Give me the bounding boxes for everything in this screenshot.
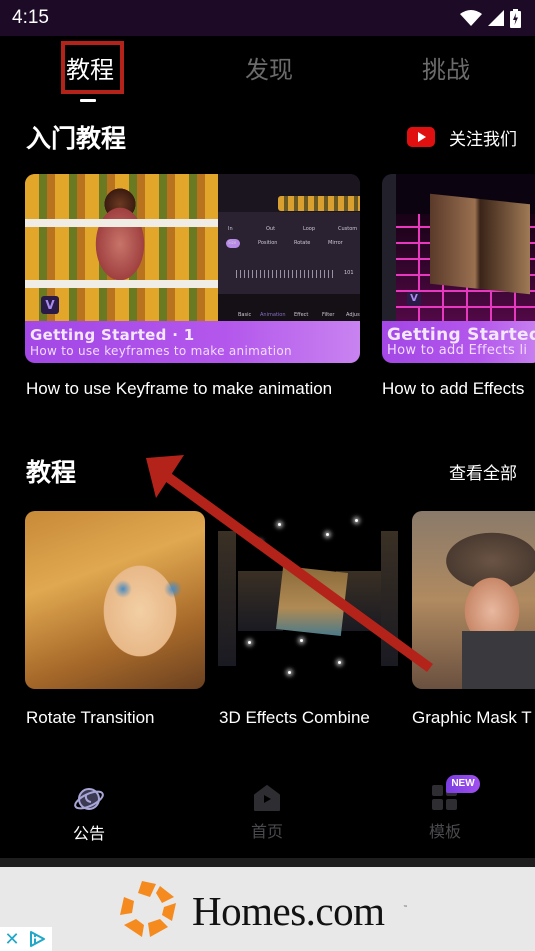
banner-title: Getting Started · 1 <box>30 326 195 344</box>
getting-started-card-1[interactable]: In Out Loop Custom Size Position Rotate … <box>25 174 360 363</box>
planet-icon <box>74 788 104 810</box>
tile-caption[interactable]: Graphic Mask T <box>412 708 532 728</box>
youtube-icon <box>407 127 435 147</box>
sparkle <box>300 639 303 642</box>
ad-brand-text: Homes.com <box>192 888 385 934</box>
view-all-button[interactable]: 查看全部 <box>449 459 517 484</box>
ad-controls: ✕ <box>0 927 52 951</box>
preview-tool-animation: Animation <box>260 312 286 318</box>
status-icons <box>460 8 521 28</box>
cell-signal-icon <box>488 10 504 26</box>
tile-panel <box>381 531 398 666</box>
preview-tool-filter: Filter <box>322 312 335 318</box>
tab-challenge[interactable]: 挑战 <box>422 50 470 85</box>
tile-caption[interactable]: 3D Effects Combine <box>219 708 370 728</box>
preview-tab-in: In <box>228 226 233 232</box>
preview-chip-size: Size <box>228 240 237 245</box>
tab-tutorial[interactable]: 教程 <box>66 50 114 85</box>
preview-slider-value: 101 <box>344 270 354 276</box>
banner-title: Getting Started <box>387 325 535 345</box>
banner-subtitle: How to use keyframes to make animation <box>30 344 292 358</box>
preview-tool-basic: Basic <box>238 312 252 318</box>
app-ui-preview: In Out Loop Custom Size Position Rotate … <box>218 174 360 324</box>
nav-item-announcements[interactable]: 公告 <box>49 784 129 844</box>
getting-started-card-2[interactable]: V Getting Started How to add Effects li <box>382 174 535 363</box>
timeline-strip <box>278 196 360 211</box>
nav-label: 模板 <box>428 822 461 841</box>
tab-discover[interactable]: 发现 <box>245 50 293 85</box>
preview-chip-rotate: Rotate <box>294 240 311 246</box>
preview-tool-adjust: Adjust <box>346 312 360 318</box>
ad-trademark: ™ <box>403 905 408 911</box>
getting-started-header: 入门教程 关注我们 <box>0 118 535 156</box>
status-bar: 4:15 <box>0 0 535 36</box>
active-tab-indicator <box>80 99 96 102</box>
preview-tab-custom: Custom <box>338 226 358 232</box>
app-logo-icon: V <box>407 292 421 306</box>
preview-tab-out: Out <box>266 226 276 232</box>
top-tabs: 教程 发现 挑战 <box>0 36 535 108</box>
sparkle <box>248 641 251 644</box>
sparkle <box>258 541 261 544</box>
photo-divider <box>25 280 218 288</box>
preview-slider <box>236 270 336 278</box>
sparkle <box>355 519 358 522</box>
photo-divider <box>25 219 218 227</box>
sparkle <box>326 533 329 536</box>
card-caption[interactable]: How to use Keyframe to make animation <box>26 379 332 399</box>
tile-caption[interactable]: Rotate Transition <box>26 708 155 728</box>
nav-label: 公告 <box>72 824 105 843</box>
ad-choices-icon[interactable] <box>24 927 50 951</box>
new-badge: NEW <box>446 775 480 793</box>
tile-panel <box>218 531 236 666</box>
card-caption[interactable]: How to add Effects <box>382 379 524 399</box>
preview-tab-loop: Loop <box>303 226 315 232</box>
follow-us-label: 关注我们 <box>449 129 517 150</box>
tutorial-tile-3d-effects[interactable] <box>218 511 398 689</box>
tile-panel <box>238 571 283 631</box>
section-title-getting-started: 入门教程 <box>26 124 127 153</box>
sparkle <box>288 671 291 674</box>
card-banner: Getting Started How to add Effects li <box>382 321 535 363</box>
tutorials-header: 教程 查看全部 <box>0 452 535 490</box>
tutorial-tile-rotate-transition[interactable] <box>25 511 205 689</box>
preview-tool-effect: Effect <box>294 312 309 318</box>
ad-close-icon[interactable]: ✕ <box>0 927 24 951</box>
preview-chip-position: Position <box>258 240 278 246</box>
app-logo-icon: V <box>41 296 59 314</box>
status-time: 4:15 <box>12 7 49 28</box>
nav-item-home[interactable]: 首页 <box>227 784 307 842</box>
card-thumbnail-cube <box>430 193 530 295</box>
wifi-icon <box>460 10 482 26</box>
tutorial-tile-graphic-mask[interactable] <box>412 511 535 689</box>
preview-toolbar: Basic Animation Effect Filter Adjust <box>218 294 360 324</box>
preview-chip-mirror: Mirror <box>328 240 343 246</box>
home-play-icon <box>254 785 280 811</box>
sparkle <box>278 523 281 526</box>
timeline-area <box>218 174 360 212</box>
battery-charging-icon <box>510 8 521 28</box>
card-edge <box>382 174 396 324</box>
follow-us-button[interactable]: 关注我们 <box>407 125 517 150</box>
homes-logo-icon <box>120 881 176 937</box>
section-title-tutorials: 教程 <box>26 458 77 487</box>
sparkle <box>338 661 341 664</box>
nav-divider <box>0 858 535 867</box>
ad-banner[interactable]: Homes.com ™ <box>0 867 535 951</box>
nav-label: 首页 <box>250 822 283 841</box>
banner-subtitle: How to add Effects li <box>387 343 528 358</box>
card-banner: Getting Started · 1 How to use keyframes… <box>25 321 360 363</box>
tile-center-image <box>276 566 348 636</box>
